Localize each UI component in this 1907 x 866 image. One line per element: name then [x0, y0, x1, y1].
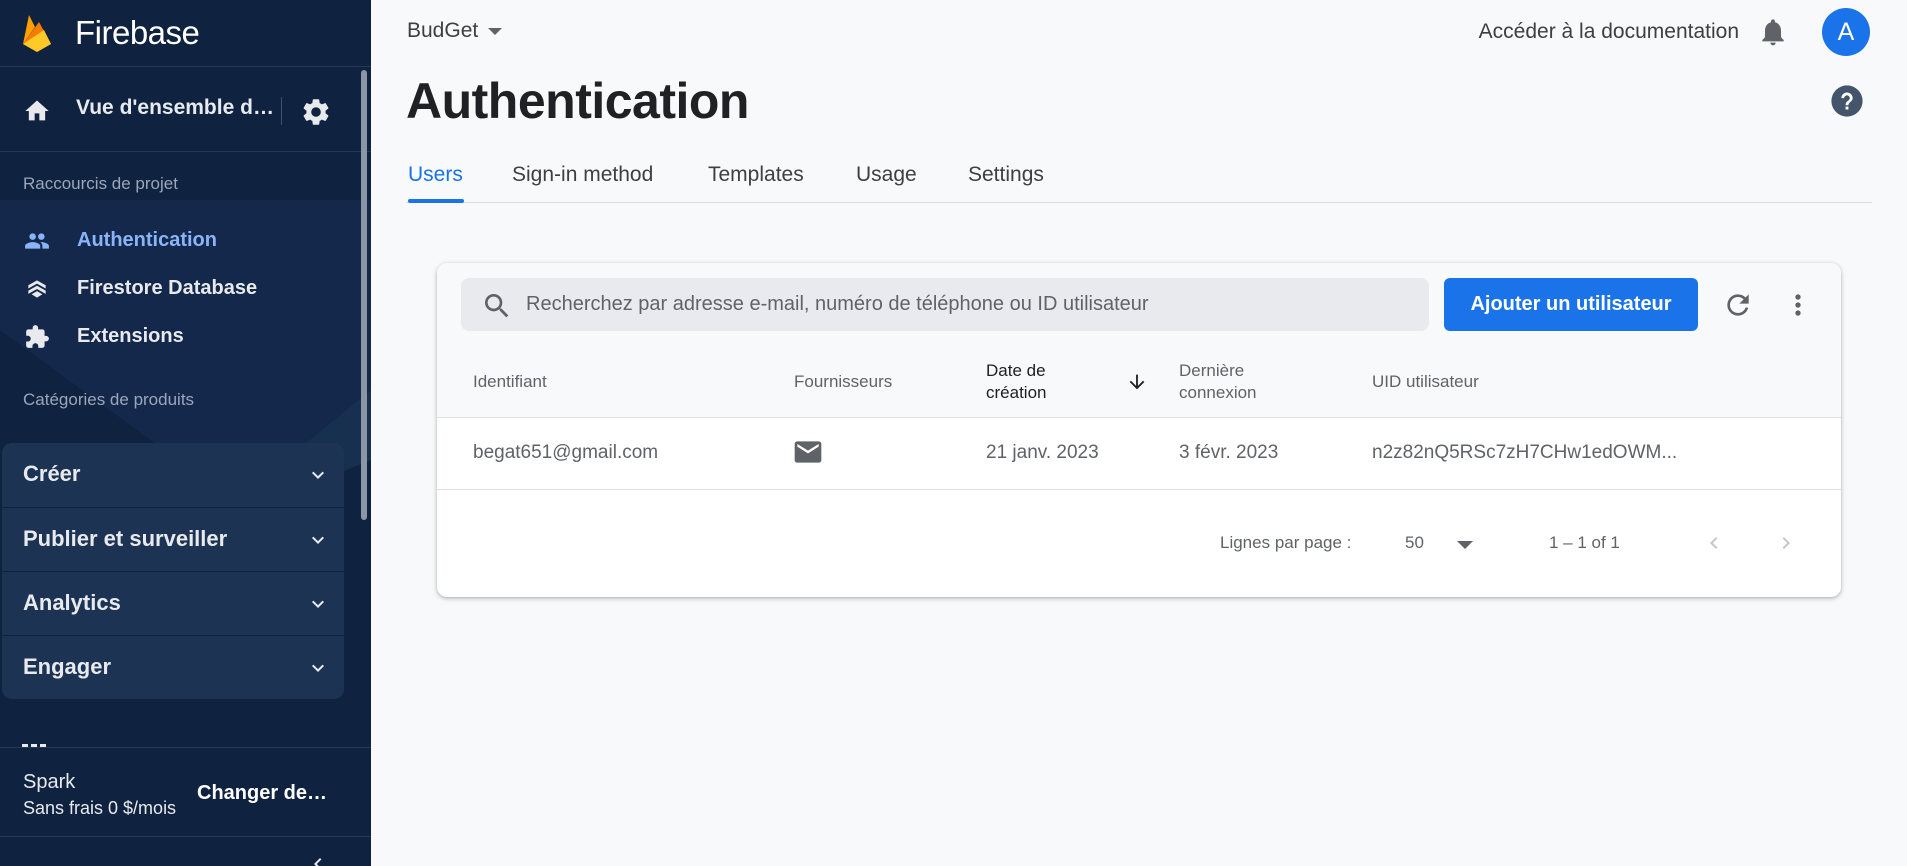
app-name: Firebase [75, 14, 200, 51]
billing-plan: Spark Sans frais 0 $/mois Changer de for… [0, 747, 371, 837]
divider [281, 97, 282, 125]
product-categories: Créer Publier et surveiller Analytics En… [2, 443, 344, 699]
extensions-icon [26, 325, 49, 348]
category-engager[interactable]: Engager [2, 635, 344, 699]
sidebar: Firebase Vue d'ensemble du projet Raccou… [0, 0, 371, 866]
tab-settings[interactable]: Settings [968, 163, 1044, 187]
categories-label: Catégories de produits [23, 390, 195, 409]
project-name: BudGet [407, 19, 479, 42]
change-plan-button[interactable]: Changer de formule [197, 782, 332, 805]
pagination-range: 1 – 1 of 1 [1549, 533, 1620, 552]
sidebar-item-extensions[interactable]: Extensions [0, 315, 360, 359]
firestore-icon [28, 280, 46, 298]
help-icon[interactable] [1830, 84, 1864, 118]
firebase-logo-icon [23, 15, 51, 52]
chevron-left-icon[interactable] [1702, 531, 1726, 555]
column-header-created[interactable]: Date de création [986, 360, 1046, 404]
project-overview-row: Vue d'ensemble du projet [0, 68, 371, 152]
chevron-down-icon [312, 600, 324, 608]
avatar[interactable]: A [1822, 8, 1870, 56]
firebase-brand[interactable]: Firebase [0, 0, 371, 67]
cell-uid[interactable]: n2z82nQ5RSc7zH7CHw1edOWM... [1372, 442, 1677, 464]
cell-created: 21 janv. 2023 [986, 442, 1099, 463]
chevron-down-icon [312, 536, 324, 544]
search-box [461, 278, 1429, 331]
tab-sign-in-method[interactable]: Sign-in method [512, 163, 653, 187]
column-header-line: Dernière [1179, 361, 1245, 380]
tab-bar: Users Sign-in method Templates Usage Set… [406, 155, 1872, 203]
chevron-right-icon[interactable] [1774, 531, 1798, 555]
users-toolbar: Ajouter un utilisateur [437, 263, 1841, 345]
column-header-line: création [986, 383, 1047, 402]
column-header-providers: Fournisseurs [794, 372, 893, 391]
category-publier[interactable]: Publier et surveiller [2, 507, 344, 571]
sidebar-item-authentication[interactable]: Authentication [0, 219, 360, 263]
project-selector[interactable]: BudGet [407, 19, 503, 43]
sidebar-item-label: Extensions [77, 325, 184, 347]
column-header-uid[interactable]: UID utilisateur [1372, 371, 1479, 393]
page-title: Authentication [406, 73, 749, 129]
tab-users[interactable]: Users [408, 163, 463, 187]
sidebar-item-label: Authentication [77, 229, 217, 251]
users-card: Ajouter un utilisateur Identifiant Fourn… [437, 263, 1841, 597]
caret-down-icon [488, 27, 503, 35]
caret-down-icon[interactable] [1457, 541, 1473, 549]
chevron-down-icon [312, 664, 324, 672]
more-vert-icon[interactable] [1782, 289, 1814, 321]
gear-icon[interactable] [300, 96, 332, 128]
table-header: Identifiant Fournisseurs Date de créatio… [437, 345, 1841, 418]
column-header-last-login[interactable]: Dernière connexion [1179, 360, 1257, 404]
add-user-button[interactable]: Ajouter un utilisateur [1444, 278, 1698, 331]
category-label: Créer [23, 461, 81, 486]
rows-per-page-label: Lignes par page : [1220, 533, 1352, 552]
chevron-down-icon [312, 471, 324, 479]
category-label: Analytics [23, 590, 121, 615]
category-creer[interactable]: Créer [2, 443, 344, 507]
tab-templates[interactable]: Templates [708, 163, 804, 187]
home-icon[interactable] [22, 97, 52, 125]
active-tab-indicator [408, 199, 464, 203]
mail-icon [794, 441, 822, 463]
column-header-line: Date de [986, 361, 1046, 380]
documentation-link[interactable]: Accéder à la documentation [1479, 20, 1739, 44]
people-icon [25, 233, 49, 249]
sidebar-scrollbar[interactable] [361, 70, 367, 520]
search-input[interactable] [526, 278, 1416, 331]
collapse-sidebar-icon[interactable] [306, 852, 330, 866]
shortcuts-label: Raccourcis de projet [23, 174, 178, 193]
tab-usage[interactable]: Usage [856, 163, 917, 187]
cell-identifier: begat651@gmail.com [473, 442, 659, 463]
refresh-icon[interactable] [1722, 289, 1754, 321]
column-header-line: connexion [1179, 383, 1257, 402]
column-header-identifier[interactable]: Identifiant [473, 371, 547, 393]
bell-icon[interactable] [1757, 16, 1789, 48]
sidebar-item-firestore[interactable]: Firestore Database [0, 267, 360, 311]
project-overview-link[interactable]: Vue d'ensemble du projet [76, 96, 276, 120]
pagination: Lignes par page : 50 1 – 1 of 1 [437, 490, 1841, 597]
sidebar-item-label: Firestore Database [77, 277, 258, 299]
arrow-down-icon[interactable] [1126, 371, 1148, 393]
category-analytics[interactable]: Analytics [2, 571, 344, 635]
cell-last-login: 3 févr. 2023 [1179, 442, 1279, 463]
plan-tier: Spark [23, 771, 76, 793]
table-row[interactable]: begat651@gmail.com 21 janv. 2023 3 févr.… [437, 418, 1841, 490]
category-label: Engager [23, 654, 112, 679]
rows-per-page-select[interactable]: 50 [1405, 533, 1424, 553]
category-label: Publier et surveiller [23, 526, 228, 551]
top-bar: BudGet Accéder à la documentation A [371, 0, 1907, 64]
plan-price: Sans frais 0 $/mois [23, 798, 177, 818]
search-icon [485, 294, 509, 318]
